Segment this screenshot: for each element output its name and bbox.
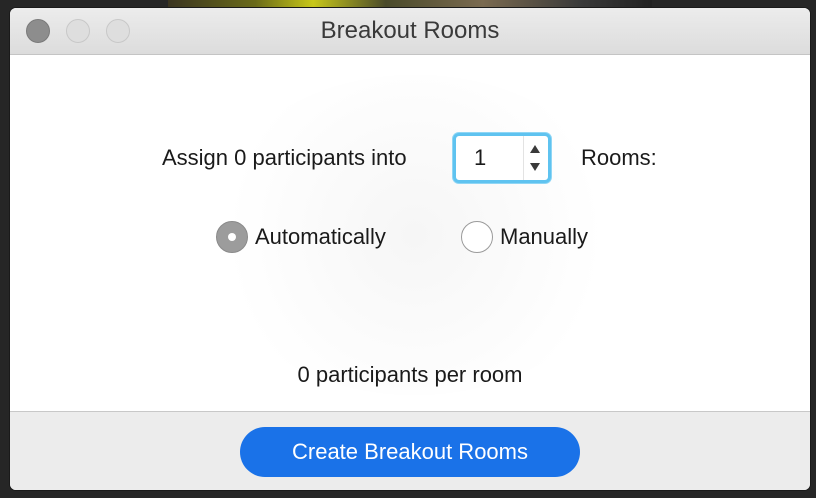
room-count-stepper[interactable]: 1 xyxy=(453,133,551,183)
window-title: Breakout Rooms xyxy=(320,17,500,44)
radio-automatically-label[interactable]: Automatically xyxy=(255,221,386,253)
stepper-arrows xyxy=(523,136,548,180)
create-breakout-rooms-button[interactable]: Create Breakout Rooms xyxy=(240,427,580,477)
radio-manually[interactable]: Manually xyxy=(461,221,611,255)
dialog-footer: Create Breakout Rooms xyxy=(10,411,810,490)
radio-unchecked-icon[interactable] xyxy=(461,221,493,253)
radio-manually-label[interactable]: Manually xyxy=(500,221,588,253)
increment-arrow-icon[interactable] xyxy=(530,145,540,153)
room-count-input[interactable]: 1 xyxy=(474,136,486,180)
dialog-content: Assign 0 participants into 1 Rooms: Auto… xyxy=(10,55,810,411)
decrement-arrow-icon[interactable] xyxy=(530,163,540,171)
rooms-label: Rooms: xyxy=(581,145,657,170)
radio-checked-icon[interactable] xyxy=(216,221,248,253)
title-bar: Breakout Rooms xyxy=(10,8,810,55)
breakout-rooms-window: Breakout Rooms Assign 0 participants int… xyxy=(10,8,810,490)
participants-per-room-text: 0 participants per room xyxy=(297,362,523,387)
radio-automatically[interactable]: Automatically xyxy=(216,221,406,255)
assign-participants-label: Assign 0 participants into xyxy=(162,145,407,170)
